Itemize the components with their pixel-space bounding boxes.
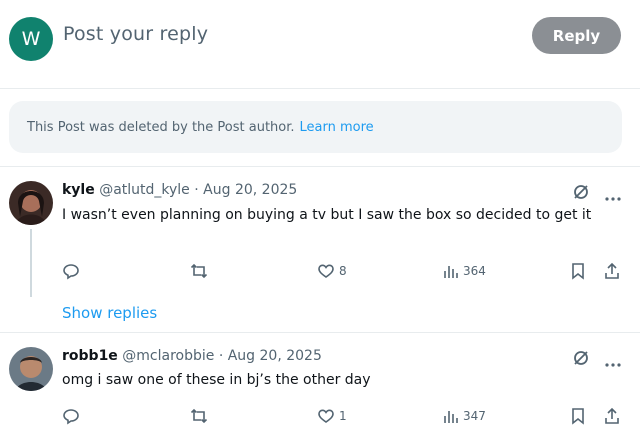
repost-action[interactable] <box>190 407 208 425</box>
bookmark-icon <box>572 263 584 280</box>
reply-icon <box>63 264 79 280</box>
action-bar: 8 364 <box>0 262 640 282</box>
reply-button[interactable]: Reply <box>532 17 621 54</box>
like-icon <box>318 409 334 423</box>
like-count: 1 <box>339 409 347 423</box>
like-count: 8 <box>339 264 347 278</box>
views-action[interactable]: 347 <box>443 407 486 425</box>
repost-icon <box>190 263 208 279</box>
post-date[interactable]: Aug 20, 2025 <box>203 182 297 198</box>
more-icon[interactable] <box>604 188 622 201</box>
separator: · <box>218 348 224 364</box>
post-header: robb1e @mclarobbie · Aug 20, 2025 <box>62 348 322 364</box>
repost-icon <box>190 408 208 424</box>
handle[interactable]: @atlutd_kyle <box>99 182 190 198</box>
show-replies-link[interactable]: Show replies <box>62 304 157 322</box>
divider <box>0 88 640 89</box>
post-date[interactable]: Aug 20, 2025 <box>228 348 322 364</box>
more-icon[interactable] <box>604 354 622 367</box>
reply-composer: W Post your reply Reply <box>0 0 640 88</box>
view-count: 364 <box>463 264 486 278</box>
display-name[interactable]: robb1e <box>62 348 118 364</box>
deleted-notice-text: This Post was deleted by the Post author… <box>27 119 295 135</box>
learn-more-link[interactable]: Learn more <box>300 120 374 135</box>
display-name[interactable]: kyle <box>62 182 95 198</box>
bookmark-action[interactable] <box>570 407 586 425</box>
avatar[interactable] <box>9 347 53 391</box>
deleted-post-notice: This Post was deleted by the Post author… <box>9 101 622 153</box>
bookmark-action[interactable] <box>570 262 586 280</box>
share-action[interactable] <box>603 407 621 425</box>
divider <box>0 166 640 167</box>
post-text: I wasn’t even planning on buying a tv bu… <box>62 207 592 223</box>
divider <box>0 332 640 333</box>
handle[interactable]: @mclarobbie <box>122 348 214 364</box>
views-action[interactable]: 364 <box>443 262 486 280</box>
avatar[interactable] <box>9 181 53 225</box>
reply-action[interactable] <box>62 262 80 280</box>
view-count: 347 <box>463 409 486 423</box>
repost-action[interactable] <box>190 262 208 280</box>
views-icon <box>444 411 458 423</box>
reply-action[interactable] <box>62 407 80 425</box>
grok-icon[interactable] <box>572 183 590 201</box>
like-action[interactable]: 8 <box>317 262 347 280</box>
share-action[interactable] <box>603 262 621 280</box>
views-icon <box>444 266 458 278</box>
post-header: kyle @atlutd_kyle · Aug 20, 2025 <box>62 182 297 198</box>
separator: · <box>194 182 199 198</box>
bookmark-icon <box>572 408 584 425</box>
grok-icon[interactable] <box>572 349 590 367</box>
post-text: omg i saw one of these in bj’s the other… <box>62 372 371 388</box>
share-icon <box>605 262 619 279</box>
like-icon <box>318 264 334 278</box>
share-icon <box>605 407 619 424</box>
like-action[interactable]: 1 <box>317 407 347 425</box>
action-bar: 1 347 <box>0 407 640 427</box>
avatar[interactable]: W <box>9 17 53 61</box>
reply-input[interactable]: Post your reply <box>63 23 208 45</box>
reply-icon <box>63 409 79 425</box>
